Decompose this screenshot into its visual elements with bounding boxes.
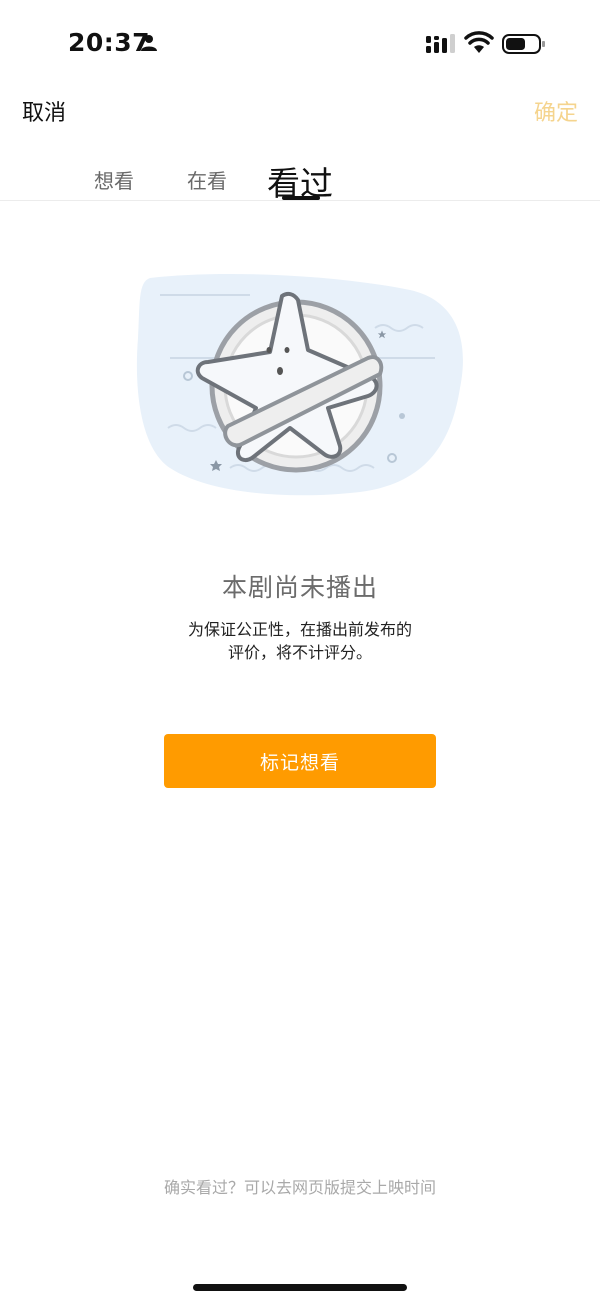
ghost-prohibited-illustration	[136, 274, 463, 496]
empty-state-description-line2: 评价，将不计评分。	[227, 643, 372, 662]
confirm-button[interactable]: 确定	[534, 95, 578, 127]
signal-icon	[426, 34, 455, 53]
empty-state-description: 为保证公正性，在播出前发布的 评价，将不计评分。	[150, 618, 450, 664]
mark-want-to-watch-button[interactable]: 标记想看	[164, 734, 436, 788]
battery-icon	[502, 34, 545, 54]
wifi-icon	[464, 31, 494, 53]
home-indicator[interactable]	[193, 1284, 407, 1291]
tab-watching[interactable]: 在看	[187, 165, 227, 194]
empty-state-description-line1: 为保证公正性，在播出前发布的	[187, 620, 412, 639]
cancel-button[interactable]: 取消	[22, 95, 66, 127]
status-tabs: 想看 在看 看过	[0, 150, 600, 203]
status-time: 20:37	[68, 28, 151, 57]
tab-want-to-watch[interactable]: 想看	[94, 165, 134, 194]
person-icon	[141, 35, 157, 51]
empty-state-title: 本剧尚未播出	[221, 573, 378, 602]
active-tab-indicator	[282, 196, 320, 200]
submit-release-time-link[interactable]: 确实看过？可以去网页版提交上映时间	[0, 1174, 600, 1198]
status-bar: 20:37	[0, 0, 600, 88]
